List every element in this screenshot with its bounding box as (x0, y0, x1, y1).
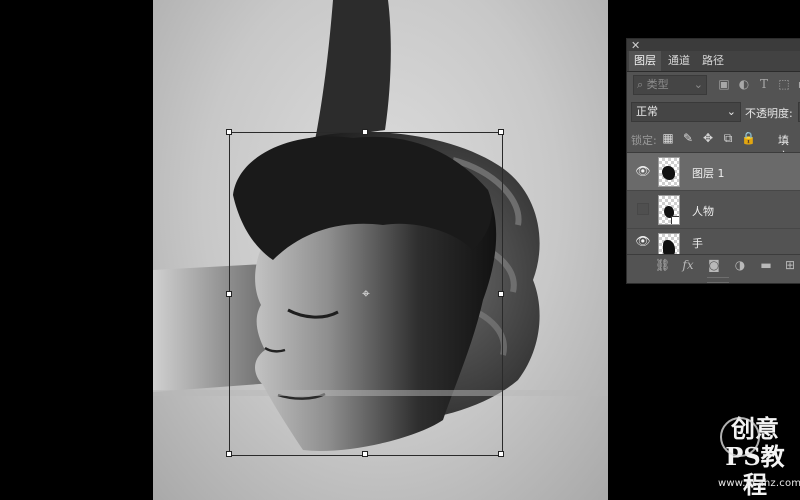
filter-kind-select[interactable]: ⌕ 类型 ⌄ (633, 75, 707, 95)
tab-layers[interactable]: 图层 (629, 51, 661, 71)
transform-handle-top-left[interactable] (226, 129, 232, 135)
head-silhouette-icon (662, 166, 675, 180)
eye-icon[interactable]: 👁 (635, 163, 651, 179)
chevron-down-icon: ⌄ (726, 105, 736, 118)
fx-icon[interactable]: fx (681, 258, 695, 272)
type-filter-icon[interactable]: T (757, 77, 771, 91)
new-layer-icon[interactable]: ⊞ (783, 258, 797, 272)
visibility-toggle[interactable] (637, 203, 649, 215)
adjustment-filter-icon[interactable]: ◐ (737, 77, 751, 91)
layer-row-person[interactable]: 人物 (627, 191, 800, 229)
chevron-down-icon: ⌄ (693, 78, 703, 91)
link-icon[interactable]: ⛓ (655, 258, 670, 272)
layer-thumbnail (658, 195, 680, 225)
seal-icon (720, 417, 760, 457)
panel-title-bar[interactable] (627, 39, 800, 51)
eye-icon[interactable]: 👁 (635, 233, 651, 249)
lock-transparent-pixels-icon[interactable]: ▦ (661, 131, 675, 145)
layer-thumbnail (658, 233, 680, 254)
filter-kind-label: 类型 (646, 78, 669, 91)
hand-silhouette-icon (663, 240, 675, 254)
smart-object-filter-icon[interactable]: ▪ (795, 77, 800, 91)
tab-paths[interactable]: 路径 (697, 51, 729, 71)
transform-handle-bottom[interactable] (362, 451, 368, 457)
panel-tabs: 图层 通道 路径 (627, 51, 800, 72)
lock-row: 锁定: ▦ ✎ ✥ ⧉ 🔒 填充: (631, 131, 800, 163)
tab-channels[interactable]: 通道 (663, 51, 695, 71)
lock-label: 锁定: (631, 134, 657, 147)
layer-row-hand[interactable]: 👁 手 (627, 229, 800, 255)
layer-name[interactable]: 人物 (692, 203, 714, 219)
lock-artboard-icon[interactable]: ⧉ (721, 131, 735, 145)
blend-mode-select[interactable]: 正常 ⌄ (631, 102, 741, 122)
transform-handle-left[interactable] (226, 291, 232, 297)
layers-panel: ✕ 图层 通道 路径 ⌕ 类型 ⌄ ▣ ◐ T ⬚ ▪ 正常 ⌄ 不透明度: 锁… (626, 38, 800, 284)
image-filter-icon[interactable]: ▣ (717, 77, 731, 91)
blend-row: 正常 ⌄ 不透明度: (631, 102, 800, 124)
watermark-url: www.psahz.com (718, 478, 800, 489)
layer-name[interactable]: 图层 1 (692, 165, 725, 181)
lock-image-pixels-icon[interactable]: ✎ (681, 131, 695, 145)
smart-object-icon (671, 216, 679, 224)
mask-icon[interactable]: ◙ (707, 258, 721, 272)
adjustment-icon[interactable]: ◑ (733, 258, 747, 272)
transform-handle-bottom-right[interactable] (498, 451, 504, 457)
layer-row-layer1[interactable]: 👁 图层 1 (627, 153, 800, 191)
lock-all-icon[interactable]: 🔒 (741, 131, 756, 145)
panel-resize-grip[interactable] (707, 277, 729, 283)
layer-name[interactable]: 手 (692, 235, 703, 251)
shape-filter-icon[interactable]: ⬚ (777, 77, 791, 91)
lock-position-icon[interactable]: ✥ (701, 131, 715, 145)
transform-handle-right[interactable] (498, 291, 504, 297)
panel-footer: ⛓ fx ◙ ◑ ▬ ⊞ (627, 255, 800, 275)
opacity-label: 不透明度: (745, 107, 793, 120)
transform-handle-top[interactable] (362, 129, 368, 135)
search-icon: ⌕ (637, 78, 644, 91)
reference-point-icon[interactable]: ⌖ (359, 287, 373, 301)
blend-mode-value: 正常 (636, 105, 658, 118)
layer-thumbnail (658, 157, 680, 187)
thumb-shape (315, 0, 391, 140)
transform-handle-top-right[interactable] (498, 129, 504, 135)
folder-icon[interactable]: ▬ (759, 258, 773, 272)
transform-handle-bottom-left[interactable] (226, 451, 232, 457)
watermark-logo: 创意 PS教程 (720, 415, 790, 499)
layer-filter-row: ⌕ 类型 ⌄ ▣ ◐ T ⬚ ▪ (633, 75, 800, 97)
